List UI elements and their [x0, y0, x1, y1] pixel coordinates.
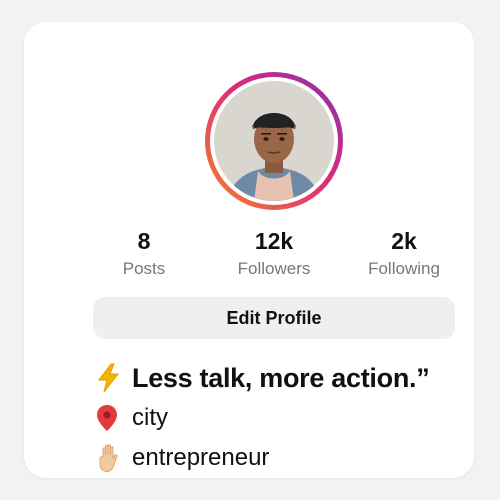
bio-quote: Less talk, more action.”	[132, 362, 430, 393]
profile-bio: Less talk, more action.” city entreprene…	[96, 358, 496, 478]
profile-card: 8 Posts 12k Followers 2k Following Edit …	[24, 22, 474, 478]
avatar-frame	[210, 77, 338, 205]
stat-followers[interactable]: 12k Followers	[209, 227, 339, 287]
stat-posts-value: 8	[137, 228, 151, 254]
bio-quote-line: Less talk, more action.”	[96, 358, 496, 398]
edit-profile-button[interactable]: Edit Profile	[93, 297, 455, 339]
avatar	[214, 81, 334, 201]
avatar-story-ring[interactable]	[205, 72, 343, 210]
stat-following-label: Following	[368, 259, 440, 278]
location-pin-icon	[96, 402, 126, 434]
raised-hand-icon	[96, 442, 126, 474]
bio-occupation: entrepreneur	[132, 444, 270, 471]
stat-followers-value: 12k	[254, 228, 294, 254]
profile-stats: 8 Posts 12k Followers 2k Following	[79, 227, 469, 287]
stat-following-value: 2k	[391, 228, 417, 254]
lightning-icon	[96, 362, 126, 394]
stat-following[interactable]: 2k Following	[339, 227, 469, 287]
bio-occupation-line: entrepreneur	[96, 438, 496, 478]
stat-followers-label: Followers	[237, 259, 311, 278]
stat-posts[interactable]: 8 Posts	[79, 227, 209, 287]
stat-posts-label: Posts	[122, 259, 166, 278]
bio-location-line: city	[96, 398, 496, 438]
bio-location: city	[132, 404, 168, 431]
